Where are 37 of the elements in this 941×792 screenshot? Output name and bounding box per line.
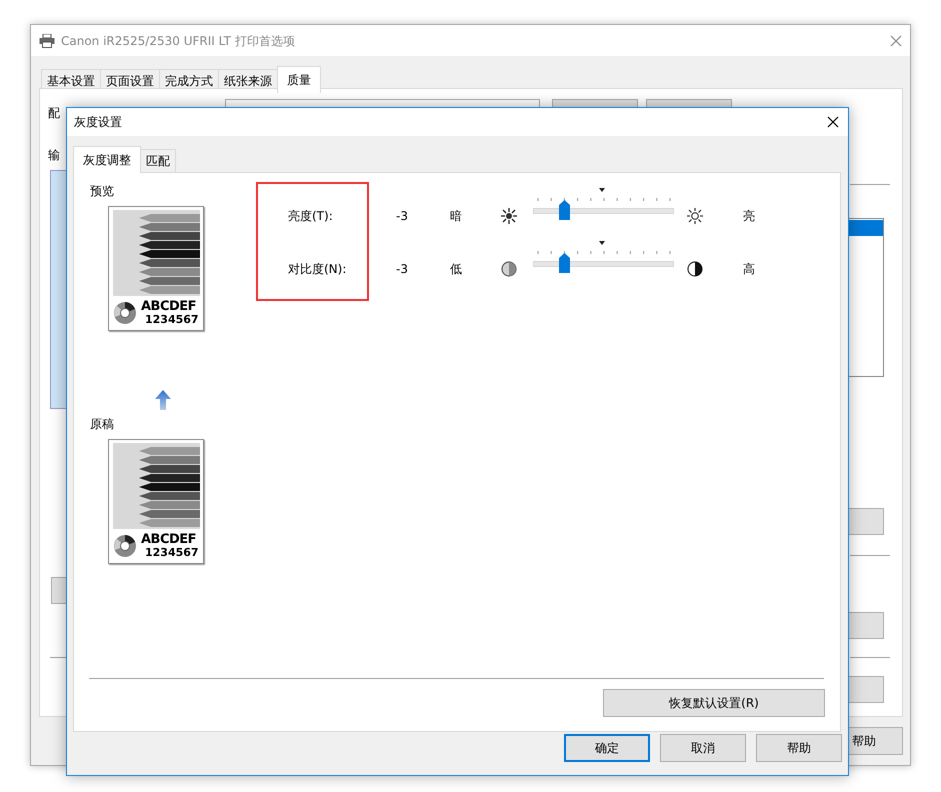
setting-value: -3: [396, 262, 408, 276]
color-disc-icon: [113, 534, 137, 558]
dialog-button[interactable]: 帮助: [756, 734, 842, 762]
printer-icon: [39, 34, 55, 48]
field-label: 配: [48, 105, 60, 122]
setting-label: 对比度(N):: [288, 262, 346, 276]
setting-label: 亮度(T):: [288, 209, 333, 223]
section-label: 预览: [90, 183, 115, 200]
tab[interactable]: 质量: [277, 66, 321, 93]
scale-label: 低: [450, 262, 462, 276]
dialog-button[interactable]: 取消: [660, 734, 746, 762]
contrast-icon: [500, 260, 518, 278]
sample-number: 1234567: [144, 547, 199, 559]
tab[interactable]: 灰度调整: [73, 146, 141, 173]
slider-thumb[interactable]: [559, 253, 570, 273]
default-marker-icon: [599, 241, 605, 245]
scale-label: 暗: [450, 209, 462, 223]
contrast-icon: [686, 260, 704, 278]
sample-text: ABCDEF: [141, 300, 198, 314]
sun-icon: [686, 207, 704, 225]
color-disc-icon: [113, 301, 137, 325]
field-label: 输: [48, 147, 60, 164]
setting-value: -3: [396, 209, 408, 223]
section-label: 原稿: [90, 416, 115, 433]
restore-defaults-button[interactable]: 恢复默认设置(R): [603, 689, 825, 717]
scale-label: 亮: [743, 209, 755, 223]
slider-thumb[interactable]: [559, 200, 570, 220]
sample-text: ABCDEF: [141, 533, 198, 547]
sun-icon: [500, 207, 518, 225]
sample-number: 1234567: [144, 314, 199, 326]
dialog-title: 灰度设置: [74, 114, 122, 131]
tab[interactable]: 匹配: [140, 149, 176, 172]
scale-label: 高: [743, 262, 755, 276]
arrow-up-icon: [155, 390, 171, 410]
dialog-button[interactable]: 确定: [564, 734, 650, 762]
window-title: Canon iR2525/2530 UFRII LT 打印首选项: [61, 32, 295, 50]
default-marker-icon: [599, 188, 605, 192]
